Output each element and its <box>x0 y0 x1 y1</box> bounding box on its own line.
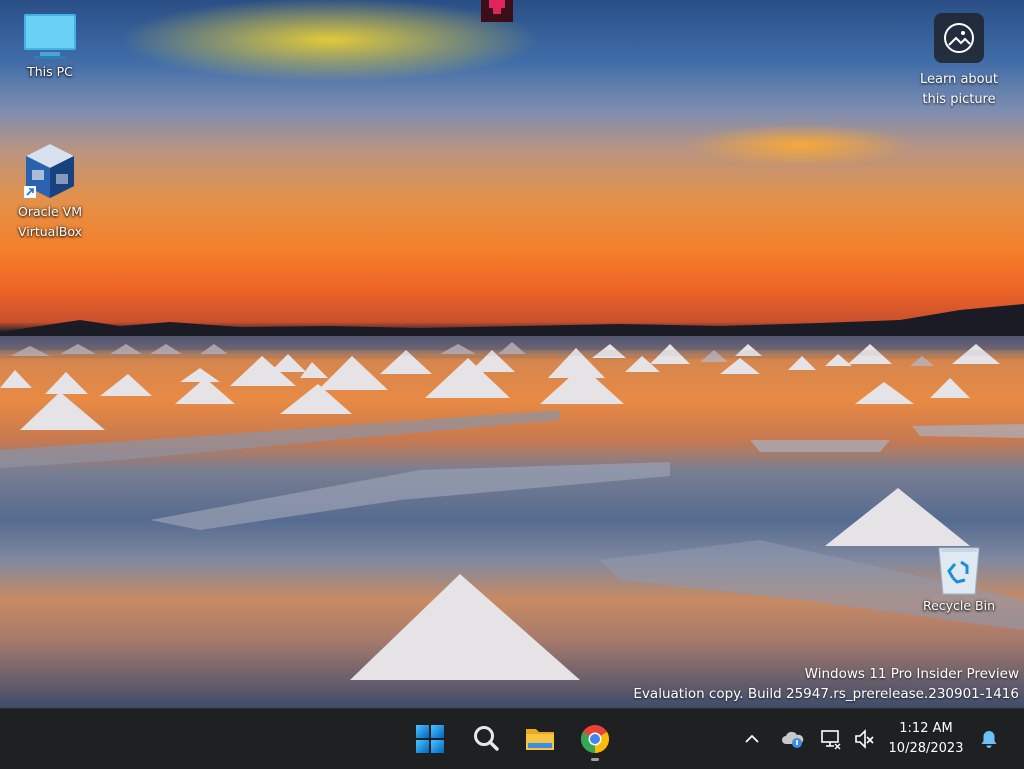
chrome-icon <box>581 725 609 753</box>
network-tray-button[interactable] <box>817 725 845 753</box>
image-info-icon <box>944 23 974 53</box>
spotlight-label-line1: Learn about <box>920 72 998 87</box>
desktop-icon-this-pc[interactable]: This PC <box>2 10 98 82</box>
clock-date: 10/28/2023 <box>888 741 964 756</box>
recycle-bin-icon <box>931 544 987 596</box>
spotlight-label-line2: this picture <box>922 92 996 107</box>
network-icon <box>821 730 841 750</box>
chrome-running-indicator <box>591 758 599 761</box>
partial-window-icon[interactable] <box>481 0 513 22</box>
show-hidden-icons-button[interactable] <box>738 725 766 753</box>
desktop-icon-label: Oracle VM <box>18 204 82 219</box>
learn-about-picture-label[interactable]: Learn about this picture <box>910 70 1008 110</box>
desktop-wallpaper: This PC Oracle VM VirtualBox Recycle Bin… <box>0 0 1024 708</box>
this-pc-icon <box>22 10 78 62</box>
wallpaper-scenery <box>0 304 1024 680</box>
file-explorer-button[interactable] <box>518 717 562 761</box>
desktop-icon-recycle-bin[interactable]: Recycle Bin <box>911 544 1007 616</box>
bell-icon <box>981 731 997 748</box>
folder-icon <box>526 729 554 750</box>
search-icon <box>474 726 499 751</box>
search-button[interactable] <box>464 717 508 761</box>
windows-logo-icon <box>416 725 444 753</box>
windows-watermark: Windows 11 Pro Insider Preview Evaluatio… <box>633 664 1019 704</box>
start-button[interactable] <box>408 717 452 761</box>
volume-muted-icon <box>855 729 874 749</box>
clock-button[interactable]: 1:12 AM 10/28/2023 <box>884 719 968 759</box>
watermark-edition: Windows 11 Pro Insider Preview <box>804 666 1019 682</box>
desktop-icon-label: Recycle Bin <box>922 598 996 613</box>
taskbar: 1:12 AM 10/28/2023 <box>0 708 1024 769</box>
onedrive-tray-button[interactable] <box>778 725 806 753</box>
notifications-button[interactable] <box>975 725 1003 753</box>
chrome-button[interactable] <box>573 717 617 761</box>
virtualbox-icon <box>22 142 78 202</box>
volume-tray-button[interactable] <box>850 725 878 753</box>
cloud-icon <box>782 731 804 748</box>
desktop-icon-label: This PC <box>27 64 73 79</box>
chevron-up-icon <box>745 734 759 743</box>
desktop-icon-virtualbox[interactable]: Oracle VM VirtualBox <box>2 142 98 242</box>
clock-time: 1:12 AM <box>899 721 953 736</box>
desktop-icon-label: VirtualBox <box>17 224 83 239</box>
watermark-build: Evaluation copy. Build 25947.rs_prerelea… <box>633 686 1019 702</box>
learn-about-picture-button[interactable] <box>934 13 984 63</box>
